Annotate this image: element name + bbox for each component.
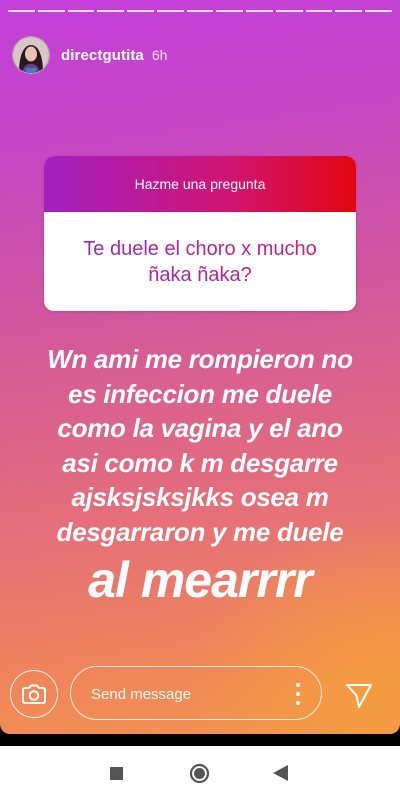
story-progress-segment xyxy=(67,10,95,12)
message-field[interactable] xyxy=(70,666,322,721)
recents-button[interactable] xyxy=(110,767,123,785)
story-time: 6h xyxy=(151,47,168,63)
question-sticker-header: Hazme una pregunta xyxy=(44,156,356,212)
answer-line: ajsksjsksjkks osea m xyxy=(71,482,329,512)
story-progress-segment xyxy=(335,10,363,12)
answer-line: es infeccion me duele xyxy=(68,378,332,409)
question-text: Te duele el choro x mucho ñaka ñaka? xyxy=(64,236,336,288)
android-navigation-bar xyxy=(0,746,400,800)
answer-line: como la vagina y el ano xyxy=(57,413,343,443)
send-button[interactable] xyxy=(342,678,376,712)
camera-button[interactable] xyxy=(10,670,58,718)
story-progress-segment xyxy=(97,10,125,12)
story-progress-segment xyxy=(37,10,65,12)
story-progress-segment xyxy=(216,10,244,12)
camera-icon xyxy=(22,684,46,704)
question-sticker[interactable]: Hazme una pregunta Te duele el choro x m… xyxy=(44,156,356,311)
answer-last-line: al mearrrr xyxy=(88,552,313,608)
question-sticker-body: Te duele el choro x mucho ñaka ñaka? xyxy=(44,212,356,311)
story-progress-segment xyxy=(365,10,392,12)
question-prompt: Hazme una pregunta xyxy=(134,176,266,192)
story-progress-segment xyxy=(305,10,333,12)
story-progress-segment xyxy=(156,10,184,12)
back-button[interactable] xyxy=(273,765,288,786)
answer-line: desgarraron y me duele xyxy=(56,516,344,547)
answer-line: Wn ami me rompieron no xyxy=(47,344,353,374)
username[interactable]: directgutita xyxy=(61,47,144,64)
answer-line: asi como k m desgarre xyxy=(62,447,338,478)
reply-bar xyxy=(0,666,400,722)
back-triangle-icon xyxy=(273,765,288,781)
story-progress-bar xyxy=(8,10,392,12)
more-vertical-icon xyxy=(296,683,300,687)
avatar[interactable] xyxy=(12,36,50,74)
story-progress-segment xyxy=(275,10,303,12)
story-progress-segment xyxy=(246,10,273,12)
story-progress-segment xyxy=(186,10,214,12)
send-message-input[interactable] xyxy=(89,667,283,721)
square-icon xyxy=(110,767,123,780)
answer-text: Wn ami me rompieron no es infeccion me d… xyxy=(10,342,390,549)
more-options-button[interactable] xyxy=(295,683,301,705)
story-progress-segment xyxy=(127,10,154,12)
home-button[interactable] xyxy=(189,763,210,789)
story-progress-segment xyxy=(8,10,35,12)
circle-icon xyxy=(189,763,210,784)
send-icon xyxy=(346,684,372,708)
story-view[interactable]: directgutita 6h Hazme una pregunta Te du… xyxy=(0,0,400,734)
story-header: directgutita 6h xyxy=(12,36,167,74)
